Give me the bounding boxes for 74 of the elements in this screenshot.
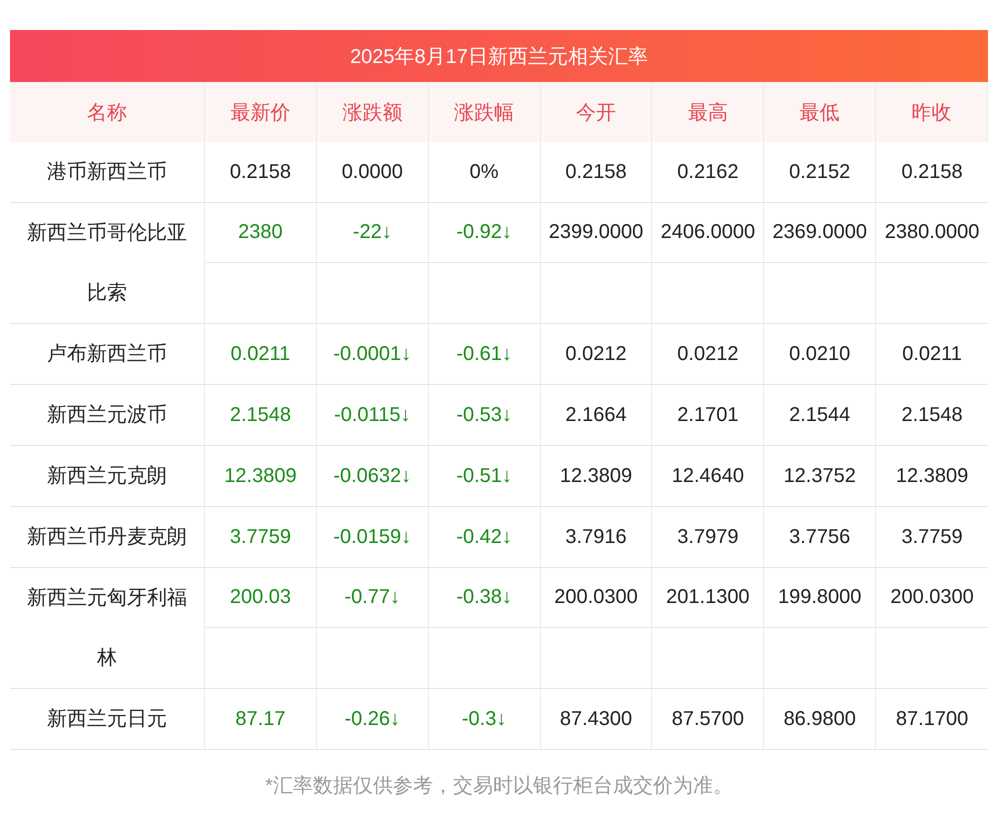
table-cell-text: 2.1701 bbox=[676, 402, 740, 428]
table-cell-text: 3.7756 bbox=[788, 524, 852, 550]
table-cell-text: 12.3752 bbox=[782, 464, 857, 488]
table-cell-text: 0.0210 bbox=[788, 342, 852, 366]
table-cell-text: 86.9800 bbox=[782, 706, 857, 732]
table-cell-text: 0.0000 bbox=[340, 160, 404, 184]
table-cell-text: 0.0211 bbox=[230, 342, 292, 366]
table-cell-text: -0.3↓ bbox=[460, 706, 508, 732]
column-header: 最高 bbox=[652, 82, 764, 142]
table-cell-text: 12.4640 bbox=[670, 464, 745, 488]
table-cell-text: 0.0212 bbox=[564, 342, 628, 366]
table-cell-text: 12.3809 bbox=[894, 464, 970, 488]
table-cell-text: -0.26↓ bbox=[343, 706, 402, 732]
column-header: 昨收 bbox=[876, 82, 988, 142]
table-cell-text: 3.7759 bbox=[228, 524, 292, 550]
table-cell-text: 3.7759 bbox=[900, 524, 964, 550]
table-cell: 201.1300 bbox=[652, 568, 764, 628]
table-cell-text: -0.51↓ bbox=[455, 464, 513, 488]
currency-pair-cell: 港币新西兰币 bbox=[10, 142, 205, 203]
table-cell: 199.8000 bbox=[764, 568, 876, 628]
table-cell: 2380.0000 bbox=[876, 203, 988, 263]
table-cell: -22↓ bbox=[316, 203, 428, 263]
table-cell-text: 87.5700 bbox=[670, 706, 745, 732]
table-cell-text: -0.61↓ bbox=[455, 342, 513, 366]
table-cell: 2369.0000 bbox=[764, 203, 876, 263]
table-cell-text: 0.2158 bbox=[564, 160, 628, 184]
table-cell: -0.92↓ bbox=[428, 203, 540, 263]
currency-pair-cell: 新西兰元克朗 bbox=[10, 446, 205, 507]
column-header: 最新价 bbox=[205, 82, 317, 142]
currency-pair-cell: 卢布新西兰币 bbox=[10, 324, 205, 385]
currency-pair-cell: 新西兰元日元 bbox=[10, 689, 205, 750]
table-cell: 2406.0000 bbox=[652, 203, 764, 263]
table-cell-text: 2.1664 bbox=[564, 402, 628, 428]
table-cell-text: -0.0159↓ bbox=[332, 524, 412, 550]
table-cell-text: 3.7979 bbox=[676, 524, 740, 550]
table-cell-text: 2.1548 bbox=[228, 402, 292, 428]
column-header: 最低 bbox=[764, 82, 876, 142]
table-cell-text: -0.0001↓ bbox=[332, 342, 412, 366]
column-header: 今开 bbox=[540, 82, 652, 142]
currency-pair-cell: 新西兰币哥伦比亚比索 bbox=[10, 203, 205, 324]
table-cell-text: 87.17 bbox=[234, 706, 286, 732]
table-cell-text: -0.53↓ bbox=[455, 402, 513, 428]
currency-pair-cell: 新西兰币丹麦克朗 bbox=[10, 507, 205, 568]
table-cell-text: 12.3809 bbox=[558, 464, 634, 488]
currency-pair-cell: 新西兰元波币 bbox=[10, 385, 205, 446]
table-cell-text: -0.42↓ bbox=[455, 524, 513, 550]
table-cell-text: -0.0115↓ bbox=[333, 402, 412, 428]
disclaimer-note: *汇率数据仅供参考，交易时以银行柜台成交价为准。 bbox=[264, 774, 734, 799]
column-header: 名称 bbox=[10, 82, 205, 142]
table-cell: 200.0300 bbox=[540, 568, 652, 628]
table-cell-text: 3.7916 bbox=[564, 524, 628, 550]
table-cell-text: 0.2158 bbox=[900, 160, 964, 184]
table-cell-text: 87.4300 bbox=[558, 706, 634, 732]
table-cell: -0.77↓ bbox=[316, 568, 428, 628]
table-cell: 200.03 bbox=[205, 568, 316, 628]
table-cell: 200.0300 bbox=[876, 568, 988, 628]
table-title: 2025年8月17日新西兰元相关汇率 bbox=[10, 30, 988, 82]
table-cell-text: 2.1544 bbox=[788, 402, 852, 428]
table-cell-text: 2.1548 bbox=[900, 402, 964, 428]
table-cell-text: 12.3809 bbox=[223, 464, 298, 488]
table-cell: -0.38↓ bbox=[428, 568, 540, 628]
column-header: 涨跌额 bbox=[316, 82, 429, 142]
table-cell-text: 0.0211 bbox=[901, 342, 963, 366]
table-cell: 2399.0000 bbox=[540, 203, 652, 263]
table-cell-text: 0.0212 bbox=[676, 342, 740, 366]
table-cell-text: 0% bbox=[468, 160, 500, 184]
column-header: 涨跌幅 bbox=[428, 82, 541, 142]
table-cell-text: 0.2152 bbox=[788, 160, 852, 184]
table-cell-text: -0.0632↓ bbox=[332, 464, 412, 488]
table-cell: 2380 bbox=[205, 203, 316, 263]
table-cell-text: 87.1700 bbox=[894, 706, 970, 732]
currency-pair-cell: 新西兰元匈牙利福林 bbox=[10, 568, 205, 689]
table-cell-text: 0.2162 bbox=[676, 160, 740, 184]
table-cell-text: 0.2158 bbox=[228, 160, 292, 184]
